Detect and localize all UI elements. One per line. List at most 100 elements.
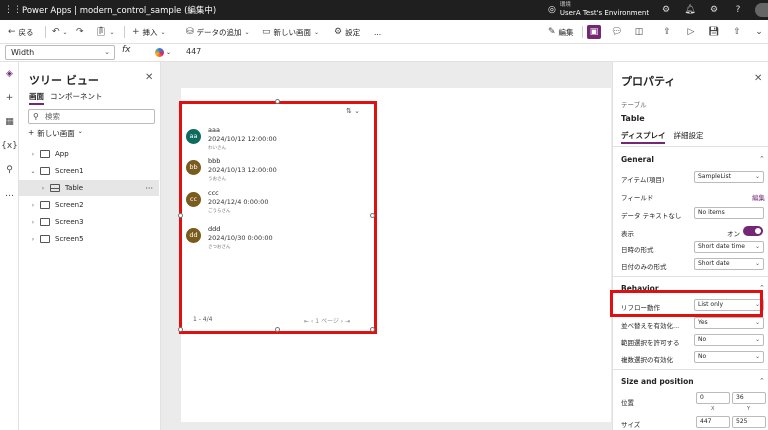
database-icon: ⛁ [186, 27, 194, 37]
chevron-down-icon: ⌄ [754, 243, 760, 250]
chevron-down-icon: ⌄ [754, 260, 760, 267]
add-data-button[interactable]: ⛁ データの追加 ⌄ [186, 20, 250, 44]
props-title: プロパティ [621, 75, 676, 88]
items-dropdown[interactable]: SampleList ⌄ [694, 171, 764, 183]
copilot-formula-button[interactable]: ⌄ [155, 46, 175, 59]
multi-dropdown[interactable]: No ⌄ [694, 351, 764, 363]
size-width-input[interactable]: 447 [696, 416, 730, 428]
tab-components[interactable]: コンポーネント [50, 91, 103, 105]
tab-advanced[interactable]: 詳細設定 [673, 130, 703, 144]
property-value: Width [11, 48, 35, 57]
property-dropdown[interactable]: Width ⌄ [5, 45, 115, 60]
sort-dropdown[interactable]: Yes ⌄ [694, 317, 764, 329]
position-x-input[interactable]: 0 [696, 392, 730, 404]
resize-handle[interactable] [275, 99, 280, 104]
bell-icon[interactable]: 🔔︎ [683, 3, 697, 17]
paste-button[interactable]: 📋︎ ⌄ [95, 20, 114, 44]
chevron-down-icon: ⌄ [62, 28, 68, 36]
environment-picker[interactable]: ◎ 環境 UserA Test's Environment [548, 2, 649, 17]
divider [124, 26, 125, 38]
title-bar: ⋮⋮ Power Apps | modern_control_sample (編… [0, 0, 768, 20]
user-avatar[interactable] [755, 3, 768, 17]
multi-label: 複数選択の有効化 [621, 356, 673, 364]
screen-icon [40, 235, 50, 243]
redo-button[interactable]: ↷ [76, 20, 84, 44]
new-screen-button[interactable]: ▭ 新しい画面 ⌄ [262, 20, 319, 44]
insert-label: 挿入 [142, 27, 158, 37]
tree-search-input[interactable]: ⚲ 検索 [28, 109, 155, 124]
play-icon[interactable]: ▷ [684, 25, 698, 39]
control-name: Table [621, 114, 645, 123]
nodata-input[interactable]: No items [694, 207, 764, 219]
copilot-icon [155, 48, 164, 57]
variables-icon[interactable]: {x} [0, 134, 19, 158]
dateonly-dropdown[interactable]: Short date ⌄ [694, 258, 764, 270]
tree-node-screen3[interactable]: › Screen3 [19, 214, 159, 230]
node-label: Screen2 [55, 201, 84, 209]
tree-node-screen5[interactable]: › Screen5 [19, 231, 159, 247]
section-general[interactable]: General ⌃ [621, 155, 768, 164]
app-launcher-icon[interactable]: ⋮⋮ [4, 3, 22, 17]
tree-node-app[interactable]: › App [19, 146, 159, 162]
publish-icon[interactable]: ⇧ [730, 25, 744, 39]
undo-button[interactable]: ↶ ⌄ [52, 20, 68, 44]
fields-edit-link[interactable]: 編集 [752, 192, 765, 202]
size-height-input[interactable]: 525 [732, 416, 766, 428]
help-icon[interactable]: ? [731, 3, 745, 17]
tree-node-table[interactable]: › Table ··· [19, 180, 159, 196]
back-button[interactable]: ← 戻る [8, 20, 34, 44]
node-label: Table [65, 184, 84, 192]
tab-display[interactable]: ディスプレイ [621, 130, 666, 144]
resize-handle[interactable] [178, 213, 183, 218]
chevron-down-icon: ⌄ [754, 173, 760, 180]
grid-icon[interactable]: ▦ [0, 110, 19, 134]
more-options-icon[interactable]: ··· [145, 184, 153, 193]
app-checker-icon[interactable]: ▣ [587, 25, 601, 39]
search-icon[interactable]: ⚲ [0, 158, 19, 182]
resize-handle[interactable] [275, 327, 280, 332]
env-label: 環境 [559, 2, 571, 8]
visible-toggle[interactable] [743, 226, 763, 236]
gear-icon[interactable]: ⚙ [707, 3, 721, 17]
comment-icon[interactable]: 💬︎ [610, 25, 624, 39]
resize-handle[interactable] [370, 213, 375, 218]
copilot-icon[interactable]: ⚙ [659, 3, 673, 17]
layers-icon[interactable]: ◈ [0, 62, 19, 86]
env-name: UserA Test's Environment [559, 9, 650, 17]
chevron-down-icon: ⌄ [314, 28, 320, 36]
resize-handle[interactable] [178, 327, 183, 332]
chevron-down-icon[interactable]: ⌄ [752, 25, 766, 39]
resize-handle[interactable] [370, 327, 375, 332]
more-icon[interactable]: … [0, 182, 19, 206]
plus-icon[interactable]: + [0, 86, 19, 110]
tree-node-screen2[interactable]: › Screen2 [19, 197, 159, 213]
insert-button[interactable]: + 挿入 ⌄ [132, 20, 166, 44]
fx-icon: fx [122, 45, 131, 55]
section-size-position[interactable]: Size and position ⌃ [621, 377, 768, 386]
close-icon[interactable]: ✕ [145, 72, 153, 83]
position-y-input[interactable]: 36 [732, 392, 766, 404]
screen-icon: ▭ [262, 27, 271, 37]
tree-node-screen1[interactable]: ⌄ Screen1 [19, 163, 159, 179]
range-dropdown[interactable]: No ⌄ [694, 334, 764, 346]
edit-button[interactable]: ✎ 編集 [548, 20, 574, 44]
position-label: 位置 [621, 399, 634, 407]
nodata-label: データ テキストなし [621, 212, 682, 220]
formula-input[interactable]: 447 [186, 47, 201, 56]
back-label: 戻る [18, 27, 34, 37]
new-screen-button[interactable]: + 新しい画面 ⌄ [28, 128, 83, 139]
divider [613, 276, 768, 277]
more-button[interactable]: ... [374, 20, 381, 44]
divider [613, 369, 768, 370]
share-icon[interactable]: ⇪ [660, 25, 674, 39]
save-icon[interactable]: 💾︎ [707, 25, 721, 39]
app-title: Power Apps | modern_control_sample (編集中) [22, 6, 217, 16]
chevron-down-icon: ⌄ [109, 28, 115, 36]
settings-button[interactable]: ⚙ 設定 [334, 20, 360, 44]
close-icon[interactable]: ✕ [754, 73, 762, 84]
copilot-chat-icon[interactable]: ◫ [632, 25, 646, 39]
datetime-dropdown[interactable]: Short date time ⌄ [694, 241, 764, 253]
edit-label: 編集 [558, 27, 574, 37]
tab-screens[interactable]: 画面 [29, 91, 44, 105]
plus-icon: + [132, 27, 140, 37]
